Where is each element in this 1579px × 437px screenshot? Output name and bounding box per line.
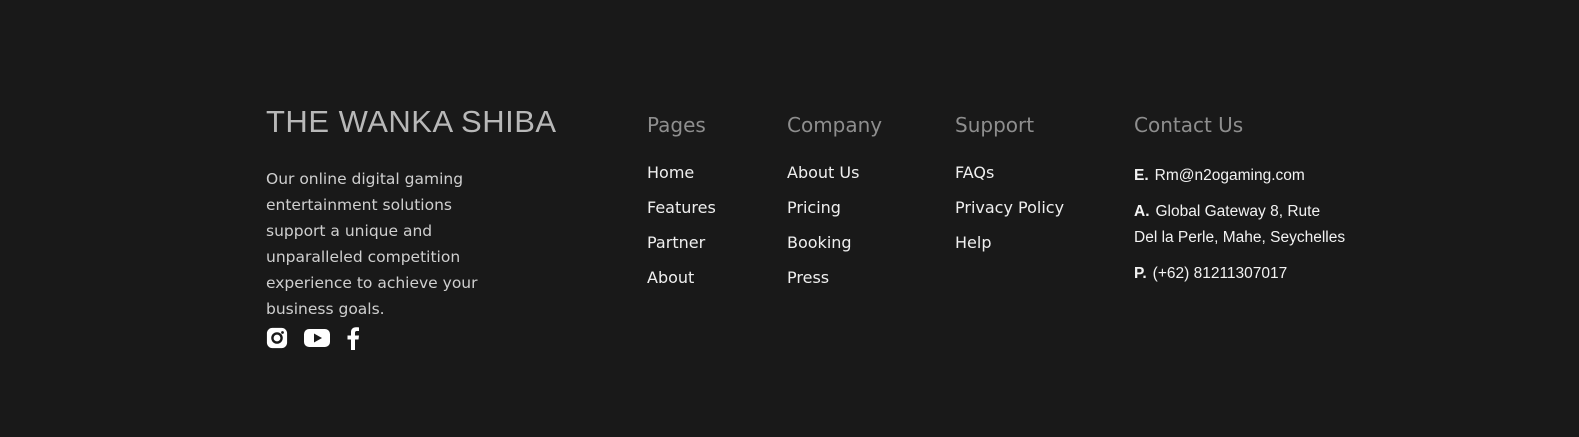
email-value: Rm@n2ogaming.com: [1154, 167, 1305, 184]
support-links: FAQs Privacy Policy Help: [955, 163, 1064, 268]
contact-heading: Contact Us: [1134, 113, 1244, 137]
phone-value: (+62) 81211307017: [1152, 265, 1288, 282]
pages-link-features[interactable]: Features: [647, 198, 716, 233]
address-line-1: Global Gateway 8, Rute: [1155, 203, 1321, 220]
support-column: Support FAQs Privacy Policy Help: [955, 113, 1064, 268]
pages-links: Home Features Partner About: [647, 163, 716, 303]
support-link-help[interactable]: Help: [955, 233, 1064, 268]
site-footer: THE WANKA SHIBA Our online digital gamin…: [0, 0, 1579, 437]
phone-prefix: P.: [1134, 265, 1147, 282]
brand-name: THE WANKA SHIBA: [266, 104, 557, 139]
company-column: Company About Us Pricing Booking Press: [787, 113, 882, 303]
pages-column: Pages Home Features Partner About: [647, 113, 716, 303]
email-prefix: E.: [1134, 167, 1149, 184]
company-link-pricing[interactable]: Pricing: [787, 198, 882, 233]
contact-phone[interactable]: P. (+62) 81211307017: [1134, 261, 1345, 287]
social-links: [266, 326, 376, 350]
company-link-booking[interactable]: Booking: [787, 233, 882, 268]
support-link-privacy-policy[interactable]: Privacy Policy: [955, 198, 1064, 233]
support-link-faqs[interactable]: FAQs: [955, 163, 1064, 198]
youtube-icon[interactable]: [304, 328, 330, 348]
company-links: About Us Pricing Booking Press: [787, 163, 882, 303]
pages-link-about[interactable]: About: [647, 268, 716, 303]
contact-column: Contact Us E. Rm@n2ogaming.com A. Global G…: [1134, 113, 1345, 297]
facebook-icon[interactable]: [346, 326, 360, 350]
company-link-about-us[interactable]: About Us: [787, 163, 882, 198]
address-line-2: Del la Perle, Mahe, Seychelles: [1134, 229, 1346, 246]
instagram-icon[interactable]: [266, 327, 288, 349]
contact-email[interactable]: E. Rm@n2ogaming.com: [1134, 163, 1345, 189]
pages-link-home[interactable]: Home: [647, 163, 716, 198]
contact-address: A. Global Gateway 8, Rute Del la Perle, M…: [1134, 199, 1345, 251]
pages-heading: Pages: [647, 113, 706, 137]
company-heading: Company: [787, 113, 883, 137]
brand-description: Our online digital gaming entertainment …: [266, 170, 478, 318]
support-heading: Support: [955, 113, 1035, 137]
company-link-press[interactable]: Press: [787, 268, 882, 303]
address-prefix: A.: [1134, 203, 1150, 220]
pages-link-partner[interactable]: Partner: [647, 233, 716, 268]
